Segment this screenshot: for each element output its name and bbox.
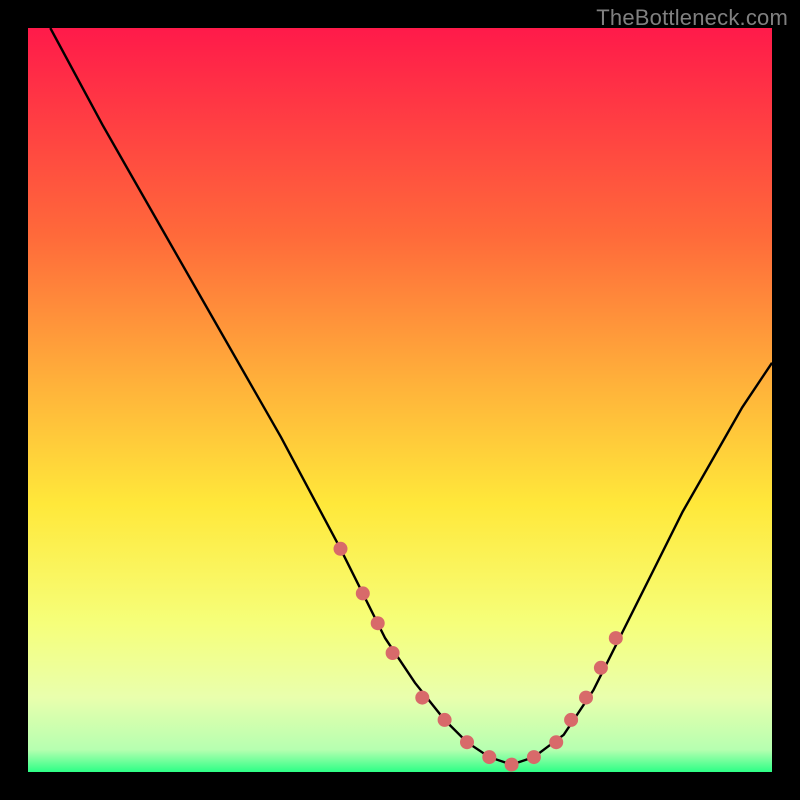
marker-point: [594, 661, 608, 675]
marker-point: [334, 542, 348, 556]
marker-point: [579, 691, 593, 705]
marker-point: [549, 735, 563, 749]
marker-point: [482, 750, 496, 764]
plot-area: [28, 28, 772, 772]
marker-point: [505, 758, 519, 772]
marker-point: [386, 646, 400, 660]
chart-frame: TheBottleneck.com: [0, 0, 800, 800]
marker-point: [356, 586, 370, 600]
marker-point: [371, 616, 385, 630]
marker-point: [460, 735, 474, 749]
chart-svg: [28, 28, 772, 772]
marker-point: [527, 750, 541, 764]
marker-point: [438, 713, 452, 727]
marker-point: [564, 713, 578, 727]
marker-point: [415, 691, 429, 705]
marker-point: [609, 631, 623, 645]
